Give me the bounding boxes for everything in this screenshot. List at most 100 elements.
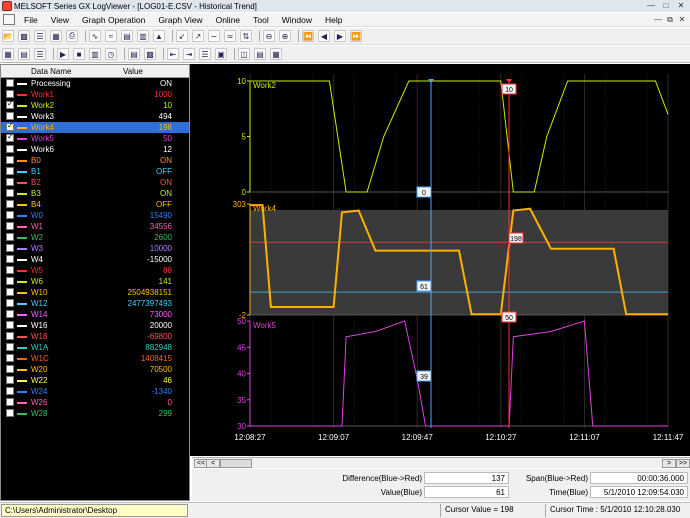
row-checkbox[interactable] — [6, 211, 14, 219]
scroll-left-button[interactable]: < — [206, 459, 220, 468]
wave-alt-icon[interactable]: ≃ — [224, 30, 236, 42]
column-header-value[interactable]: Value — [123, 67, 143, 76]
minimize-button[interactable]: — — [644, 0, 658, 11]
image-icon[interactable]: ▦ — [50, 30, 62, 42]
wave-icon[interactable]: ∼ — [208, 30, 220, 42]
row-checkbox[interactable] — [6, 79, 14, 87]
menu-view[interactable]: View — [51, 15, 69, 25]
list-item[interactable]: W24 -1340 — [1, 386, 189, 397]
list-icon[interactable]: ☰ — [34, 48, 46, 60]
grid-icon[interactable]: ▦ — [2, 48, 14, 60]
align-right-icon[interactable]: ⇥ — [183, 48, 195, 60]
scale-down-icon[interactable]: ↙ — [176, 30, 188, 42]
list-item[interactable]: B4 OFF — [1, 199, 189, 210]
list-item[interactable]: Work3 494 — [1, 111, 189, 122]
table-icon[interactable]: ▥ — [89, 48, 101, 60]
list-item[interactable]: W2 2600 — [1, 232, 189, 243]
row-checkbox[interactable] — [6, 332, 14, 340]
row-checkbox[interactable] — [6, 310, 14, 318]
mdi-minimize-button[interactable]: — — [652, 14, 664, 25]
row-checkbox[interactable] — [6, 121, 14, 131]
fit-icon[interactable]: ⇅ — [240, 30, 252, 42]
row-checkbox[interactable] — [6, 398, 14, 406]
stack-icon[interactable]: ☰ — [199, 48, 211, 60]
tile-icon[interactable]: ▦ — [270, 48, 282, 60]
layout-icon[interactable]: ▤ — [18, 48, 30, 60]
open-folder-icon[interactable]: 📂 — [2, 30, 14, 42]
trend-chart[interactable]: 12:08:27 12:09:07 12:09:47 12:10:27 12:11:07… — [190, 64, 690, 456]
list-item[interactable]: W0 15490 — [1, 210, 189, 221]
stop-icon[interactable]: ■ — [73, 48, 85, 60]
time-icon[interactable]: ◷ — [105, 48, 117, 60]
row-checkbox[interactable] — [6, 266, 14, 274]
row-checkbox[interactable] — [6, 244, 14, 252]
row-checkbox[interactable] — [6, 222, 14, 230]
list-item[interactable]: Work1 1000 — [1, 89, 189, 100]
align-left-icon[interactable]: ⇤ — [167, 48, 179, 60]
row-checkbox[interactable] — [6, 409, 14, 417]
window-icon[interactable]: ▣ — [215, 48, 227, 60]
row-checkbox[interactable] — [6, 277, 14, 285]
split-horizontal-icon[interactable]: ▤ — [254, 48, 266, 60]
document-icon[interactable]: ☰ — [34, 30, 46, 42]
row-checkbox[interactable] — [6, 145, 14, 153]
print-icon[interactable]: ⎙ — [66, 30, 78, 42]
list-item[interactable]: W26 0 — [1, 397, 189, 408]
list-item[interactable]: W28 299 — [1, 408, 189, 419]
row-checkbox[interactable] — [6, 288, 14, 296]
list-item[interactable]: B0 ON — [1, 155, 189, 166]
menu-help[interactable]: Help — [325, 15, 342, 25]
trend-scale-icon[interactable]: ≈ — [105, 30, 117, 42]
menu-graph-operation[interactable]: Graph Operation — [82, 15, 145, 25]
row-checkbox[interactable] — [6, 178, 14, 186]
step-forward-icon[interactable]: ▶ — [334, 30, 346, 42]
list-item[interactable]: Work5 50 — [1, 132, 189, 144]
row-checkbox[interactable] — [6, 167, 14, 175]
row-checkbox[interactable] — [6, 233, 14, 241]
row-checkbox[interactable] — [6, 365, 14, 373]
save-icon[interactable]: ▩ — [18, 30, 30, 42]
list-item[interactable]: W5 88 — [1, 265, 189, 276]
horizontal-scrollbar[interactable]: << < > >> — [192, 457, 690, 468]
menu-tool[interactable]: Tool — [253, 15, 269, 25]
trend-view-icon[interactable]: ▤ — [128, 48, 140, 60]
row-checkbox[interactable] — [6, 354, 14, 362]
list-item[interactable]: W4 -15000 — [1, 254, 189, 265]
row-checkbox[interactable] — [6, 132, 14, 142]
scroll-thumb[interactable] — [220, 459, 252, 468]
list-item[interactable]: W1C 1408415 — [1, 353, 189, 364]
row-checkbox[interactable] — [6, 299, 14, 307]
list-item[interactable]: W18 -69800 — [1, 331, 189, 342]
scale-up-icon[interactable]: ↗ — [192, 30, 204, 42]
list-item[interactable]: W16 20000 — [1, 320, 189, 331]
split-vertical-icon[interactable]: ◫ — [238, 48, 250, 60]
list-item[interactable]: Processing ON — [1, 78, 189, 89]
list-item[interactable]: W20 70500 — [1, 364, 189, 375]
column-header-data-name[interactable]: Data Name — [31, 67, 71, 76]
document-icon[interactable] — [3, 14, 15, 25]
mdi-restore-button[interactable]: ⧉ — [664, 14, 676, 25]
fast-forward-icon[interactable]: ⏩ — [350, 30, 362, 42]
zoom-in-icon[interactable]: ⊕ — [279, 30, 291, 42]
row-checkbox[interactable] — [6, 321, 14, 329]
menu-online[interactable]: Online — [216, 15, 241, 25]
scroll-right-button[interactable]: > — [662, 459, 676, 468]
menu-file[interactable]: File — [24, 15, 38, 25]
menu-window[interactable]: Window — [282, 15, 312, 25]
row-checkbox[interactable] — [6, 376, 14, 384]
list-item[interactable]: W1A 882948 — [1, 342, 189, 353]
zoom-out-icon[interactable]: ⊖ — [263, 30, 275, 42]
row-checkbox[interactable] — [6, 112, 14, 120]
list-item[interactable]: Work2 10 — [1, 99, 189, 111]
maximize-button[interactable]: □ — [659, 0, 673, 11]
list-item[interactable]: W12 2477397493 — [1, 298, 189, 309]
list-item[interactable]: B1 OFF — [1, 166, 189, 177]
trend-icon[interactable]: ∿ — [89, 30, 101, 42]
row-checkbox[interactable] — [6, 189, 14, 197]
mdi-close-button[interactable]: ✕ — [676, 14, 688, 25]
chart-icon[interactable]: ▲ — [153, 30, 165, 42]
scroll-last-button[interactable]: >> — [676, 459, 690, 468]
list-item[interactable]: W14 73000 — [1, 309, 189, 320]
row-checkbox[interactable] — [6, 255, 14, 263]
row-checkbox[interactable] — [6, 200, 14, 208]
